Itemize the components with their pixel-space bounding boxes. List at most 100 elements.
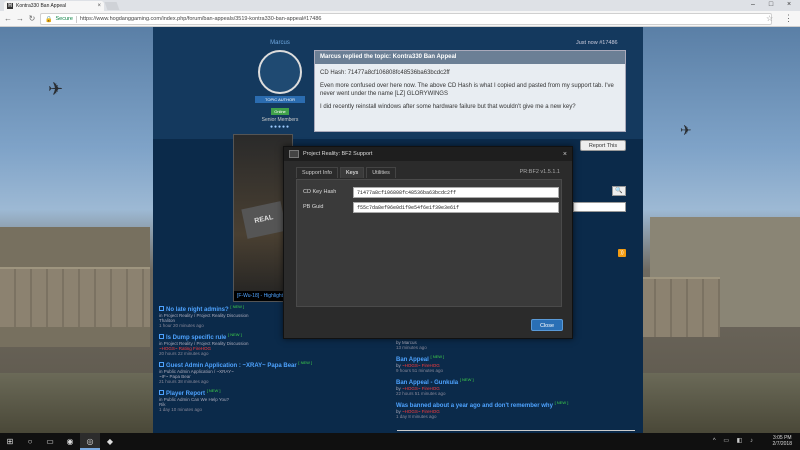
topic-title[interactable]: Guest Admin Application : ~XRAY~ Papa Be… [159,360,393,369]
hesco-wall-right [640,277,720,337]
dialog-title: Project Reality: BF2 Support [303,151,373,157]
topic-title[interactable]: Ban Appeal [ NEW ] [396,354,630,363]
browser-toolbar: ← → ↻ 🔒 Secure https://www.hogdanggaming… [0,11,800,27]
dialog-close-icon[interactable]: × [563,151,567,158]
list-item: by Marcus 13 minutes ago [396,340,630,350]
tab-utilities[interactable]: Utilities [366,167,396,178]
minimize-icon[interactable]: – [744,0,762,10]
rss-icon[interactable]: )) [618,249,626,257]
topic-title[interactable]: Ban Appeal - Gunkula [ NEW ] [396,377,630,386]
window-close-icon[interactable]: × [780,0,798,10]
list-item: Ban Appeal - Gunkula [ NEW ] by ~HOGS~ F… [396,377,630,396]
new-badge: [ NEW ] [554,400,569,405]
topic-title[interactable]: Player Report [ NEW ] [159,388,393,397]
hesco-wall-left [0,267,150,327]
post-line-confused: Even more confused over here now. The ab… [320,83,614,97]
system-tray-icons[interactable]: ^ ▭ ◧ ♪ [713,437,756,444]
search-icon[interactable]: ○ [20,433,40,450]
forum-post: Marcus replied the topic: Kontra330 Ban … [314,50,626,132]
cd-key-field[interactable]: 71477a8cf106808fc48536ba63bcdc2ff [353,186,559,198]
browser-tabbar: H Kontra330 Ban Appeal × – □ × [0,0,800,11]
topic-time: 9 hours 51 minutes ago [396,368,444,373]
browser-tab[interactable]: H Kontra330 Ban Appeal × [4,1,104,11]
windows-taskbar: ⊞ ○ ▭ ◉ ◎ ◆ ^ ▭ ◧ ♪ 3:05 PM 2/7/2018 [0,433,800,450]
forward-icon[interactable]: → [15,14,25,24]
topic-author-badge: TOPIC AUTHOR [255,96,305,103]
list-item: Player Report [ NEW ] in Public Admin Ca… [159,388,393,412]
pb-guid-row: PB Guid f55c7da8ef96e0d1f9e54f6e1f39e3e6… [303,201,559,213]
new-badge: [ NEW ] [459,377,474,382]
pr-launcher-icon[interactable]: ◆ [100,433,120,450]
cd-key-row: CD Key Hash 71477a8cf106808fc48536ba63bc… [303,186,559,198]
post-body: CD Hash: 71477a8cf106808fc48536ba63bcdc2… [315,64,625,121]
online-status-badge: Online [271,108,289,115]
topic-icon [159,390,164,395]
avatar[interactable] [258,50,302,94]
start-icon[interactable]: ⊞ [0,433,20,450]
lock-icon: 🔒 [45,16,53,23]
topic-title[interactable]: Was banned about a year ago and don't re… [396,400,630,409]
dialog-tabs: Support Info Keys Utilities [296,167,396,178]
url-text: https://www.hogdanggaming.com/index.php/… [79,16,322,22]
member-rank: Senior Members [261,117,299,123]
new-badge: [ NEW ] [230,304,245,309]
clock-date: 2/7/2018 [772,441,792,447]
banner-logo: REAL [241,201,287,239]
tab-keys[interactable]: Keys [339,167,365,178]
author-panel: Marcus TOPIC AUTHOR Online Senior Member… [255,40,305,130]
new-badge: [ NEW ] [206,388,221,393]
list-item: Was banned about a year ago and don't re… [396,400,630,419]
app-icon [289,150,299,158]
bookmark-star-icon[interactable]: ☆ [766,14,773,23]
new-badge: [ NEW ] [228,332,242,337]
topic-icon [159,334,164,339]
chrome-icon[interactable]: ◎ [80,433,100,450]
post-header: Marcus replied the topic: Kontra330 Ban … [315,51,625,64]
new-badge: [ NEW ] [430,354,445,359]
topic-time: 13 minutes ago [396,345,427,350]
maximize-icon[interactable]: □ [762,0,780,10]
rank-stars-icon: ●●●●● [269,124,291,130]
address-bar[interactable]: 🔒 Secure https://www.hogdanggaming.com/i… [40,13,772,25]
topic-time: 22 hours 51 minutes ago [396,391,446,396]
post-line-cd-hash: CD Hash: 71477a8cf106808fc48536ba63bcdc2… [320,70,450,76]
close-button[interactable]: Close [531,319,563,331]
topic-time: 21 hours 38 minutes ago [159,379,209,384]
topic-time: 1 day 10 minutes ago [159,407,203,412]
browser-menu-icon[interactable]: ⋮ [784,13,793,24]
topic-time: 20 hours 22 minutes ago [159,351,209,356]
topic-icon [159,306,164,311]
list-item: Ban Appeal [ NEW ] by ~HOGS~ FireHOG 9 h… [396,354,630,373]
support-dialog: Project Reality: BF2 Support × Support I… [283,146,573,339]
post-time[interactable]: Just now #17486 [576,40,618,46]
pb-guid-label: PB Guid [303,204,324,210]
pb-guid-field[interactable]: f55c7da8ef96e0d1f9e54f6e1f39e3e61f [353,201,559,213]
list-item: Guest Admin Application : ~XRAY~ Papa Be… [159,360,393,384]
new-badge: [ NEW ] [298,360,313,365]
recent-topics-right: by Marcus 13 minutes ago Ban Appeal [ NE… [396,340,630,423]
divider [397,430,635,431]
divider [75,15,77,23]
clock[interactable]: 3:05 PM 2/7/2018 [773,435,792,447]
cd-key-label: CD Key Hash [303,189,337,195]
author-name[interactable]: Marcus [255,40,305,46]
reload-icon[interactable]: ↻ [27,14,37,24]
tab-close-icon[interactable]: × [97,3,101,9]
back-icon[interactable]: ← [3,14,13,24]
dialog-titlebar[interactable]: Project Reality: BF2 Support × [284,147,572,161]
site-favicon-icon: H [7,3,13,9]
search-icon[interactable]: 🔍 [612,186,626,196]
version-label: PR:BF2 v1.5.1.1 [519,169,560,175]
task-view-icon[interactable]: ▭ [40,433,60,450]
tab-support-info[interactable]: Support Info [296,167,338,178]
aircraft-icon: ✈ [48,79,64,99]
tab-title: Kontra330 Ban Appeal [16,3,67,9]
new-tab-button[interactable] [104,2,120,10]
steam-icon[interactable]: ◉ [60,433,80,450]
post-line-reinstall: I did recently reinstall windows after s… [320,104,576,110]
topic-icon [159,362,164,367]
report-button[interactable]: Report This [580,140,626,151]
search-input[interactable] [573,202,626,212]
keys-panel: CD Key Hash 71477a8cf106808fc48536ba63bc… [296,179,562,307]
secure-label: Secure [55,16,73,22]
